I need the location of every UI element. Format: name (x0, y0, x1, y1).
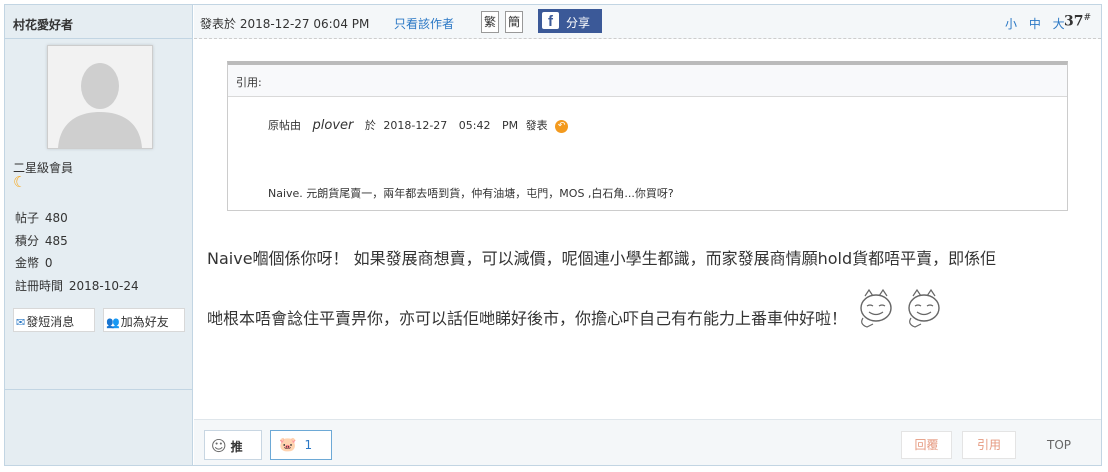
floor-value: 37 (1064, 13, 1084, 30)
author-name[interactable]: 村花愛好者 (5, 5, 192, 39)
forum-post: 村花愛好者 二星級會員 ☾ 帖子 480 積分 485 金幣 0 註冊時間 20… (4, 4, 1102, 466)
avatar[interactable] (47, 45, 153, 149)
quote-source: 原帖由 plover 於 2018-12-27 05:42 PM 發表 ↶ (268, 117, 569, 133)
back-to-top-button[interactable]: TOP (1026, 431, 1092, 459)
crescent-moon-icon: ☾ (13, 173, 27, 191)
only-author-link[interactable]: 只看該作者 (394, 15, 454, 32)
quote-author: plover (312, 118, 354, 133)
add-friend-button[interactable]: 👥加為好友 (103, 308, 185, 332)
users-icon: 👥 (106, 316, 120, 329)
post-content-line: Naive嗰個係你呀！ 如果發展商想賣，可以減價，呢個連小學生都識，而家發展商情… (207, 249, 997, 268)
reply-button[interactable]: 回覆 (901, 431, 952, 459)
post-main: 發表於 2018-12-27 06:04 PM 只看該作者 繁 簡 f 分享 小… (194, 5, 1101, 465)
stat-label: 金幣 (15, 256, 40, 270)
quote-from-in: 於 (364, 119, 376, 132)
post-footer: ☺ 推 🐷 1 回覆 引用 TOP (194, 419, 1101, 465)
smiley-emoticon-icon (860, 288, 892, 328)
quote-from-suffix: 發表 (525, 119, 548, 132)
stat-posts: 帖子 480 (13, 207, 139, 230)
floor-number[interactable]: 37# (1064, 13, 1091, 30)
quote-block: 引用: 原帖由 plover 於 2018-12-27 05:42 PM 發表 … (227, 61, 1068, 211)
post-content: Naive嗰個係你呀！ 如果發展商想賣，可以減價，呢個連小學生都識，而家發展商情… (207, 229, 1097, 348)
stat-label: 註冊時間 (15, 278, 64, 293)
floor-mark: # (1083, 13, 1092, 23)
user-stats: 帖子 480 積分 485 金幣 0 註冊時間 2018-10-24 (13, 207, 139, 297)
facebook-share-button[interactable]: f 分享 (538, 9, 602, 33)
send-message-button[interactable]: ✉發短消息 (13, 308, 95, 332)
go-to-post-icon[interactable]: ↶ (555, 120, 569, 133)
pig-face-icon: 🐷 (279, 437, 297, 453)
default-avatar-icon (48, 46, 152, 148)
quote-body: Naive. 元朗貨尾賣一，兩年都去唔到貨，仲有油塘，屯門，MOS ,白石角..… (268, 187, 674, 200)
traditional-chinese-button[interactable]: 繁 (481, 11, 499, 33)
quote-button[interactable]: 引用 (962, 431, 1016, 459)
post-date: 發表於 2018-12-27 06:04 PM (200, 17, 370, 31)
quote-date: 2018-12-27 (383, 119, 448, 132)
quote-from-prefix: 原帖由 (268, 119, 301, 132)
share-label: 分享 (566, 16, 591, 30)
stat-label: 積分 (15, 233, 40, 248)
smile-face-icon: ☺ (211, 437, 227, 455)
stat-label: 帖子 (15, 211, 40, 225)
post-header: 發表於 2018-12-27 06:04 PM 只看該作者 繁 簡 f 分享 小… (194, 5, 1101, 39)
author-sidebar: 村花愛好者 二星級會員 ☾ 帖子 480 積分 485 金幣 0 註冊時間 20… (5, 5, 193, 465)
recommend-label: 推 (230, 440, 243, 454)
stat-coins: 金幣 0 (13, 252, 139, 275)
smiley-emoticon-icon (908, 288, 940, 328)
add-friend-label: 加為好友 (120, 315, 169, 329)
quote-ampm: PM (502, 119, 519, 132)
post-content-line-2: 哋根本唔會諗住平賣畀你，亦可以話佢哋睇好後市，你擔心吓自己有冇能力上番車仲好啦！ (207, 288, 1097, 348)
send-message-label: 發短消息 (26, 315, 75, 329)
facebook-icon: f (542, 12, 559, 30)
quote-heading: 引用: (228, 65, 1067, 97)
stat-value: 2018-10-24 (68, 278, 139, 293)
stat-registered: 註冊時間 2018-10-24 (13, 275, 139, 298)
stat-value[interactable]: 480 (45, 211, 68, 225)
post-content-text: 哋根本唔會諗住平賣畀你，亦可以話佢哋睇好後市，你擔心吓自己有冇能力上番車仲好啦！ (207, 309, 848, 328)
font-size-control[interactable]: 小 中 大 (1005, 15, 1069, 32)
pig-vote-button[interactable]: 🐷 1 (270, 430, 332, 460)
stat-points: 積分 485 (13, 230, 139, 253)
recommend-button[interactable]: ☺ 推 (204, 430, 262, 460)
divider (5, 389, 192, 390)
simplified-chinese-button[interactable]: 簡 (505, 11, 523, 33)
pig-vote-count: 1 (304, 438, 313, 452)
quote-time: 05:42 (458, 119, 491, 132)
stat-value: 0 (44, 256, 53, 270)
envelope-icon: ✉ (16, 316, 26, 329)
stat-value: 485 (44, 233, 68, 248)
